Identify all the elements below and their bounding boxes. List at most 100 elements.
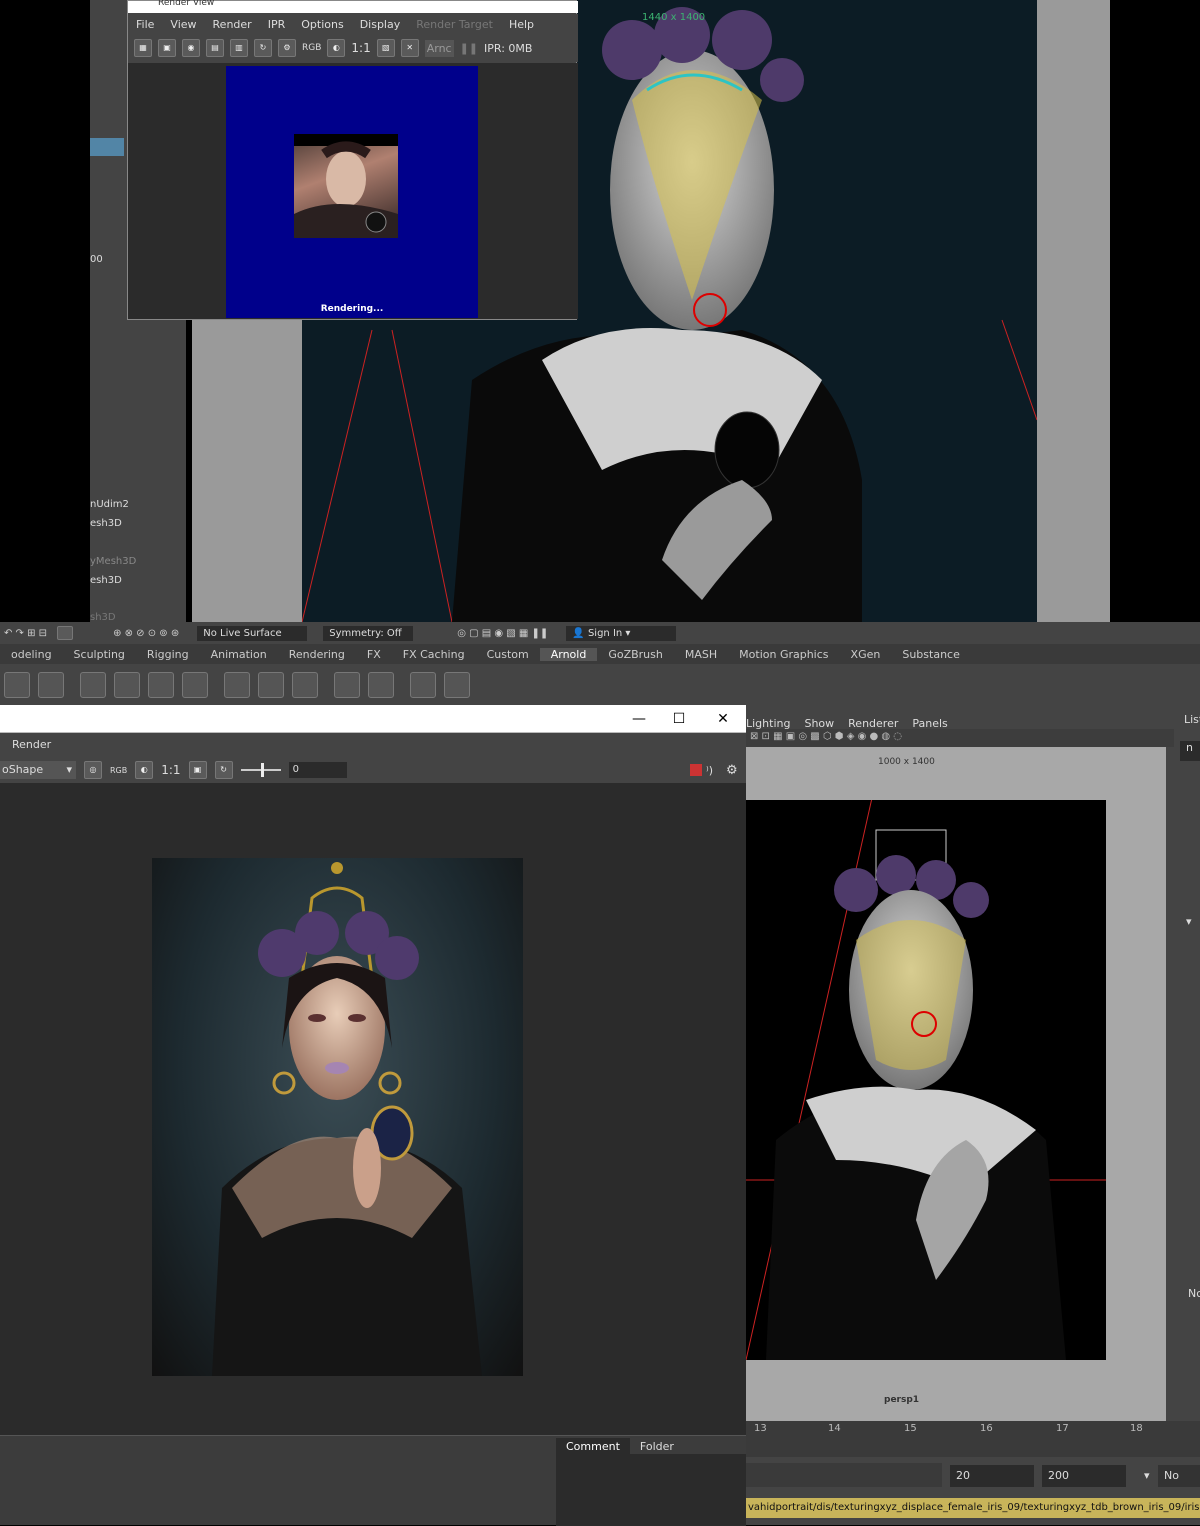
- window-titlebar[interactable]: — ☐ ✕: [0, 705, 746, 733]
- renderer-select[interactable]: Arnc: [424, 39, 454, 57]
- tab-custom[interactable]: Custom: [476, 648, 540, 661]
- outliner-selection[interactable]: [90, 138, 124, 156]
- select-icon[interactable]: [57, 626, 74, 640]
- minimize-icon[interactable]: —: [624, 709, 654, 729]
- pause-icon[interactable]: ❚❚: [460, 42, 478, 55]
- rgb-toggle[interactable]: RGB: [302, 43, 321, 53]
- flush-icon[interactable]: [334, 672, 360, 698]
- undo-icon[interactable]: ↶ ↷ ⊞ ⊟: [4, 628, 47, 639]
- outliner-item[interactable]: esh3D: [90, 518, 122, 529]
- render-icon[interactable]: ◎: [84, 761, 102, 779]
- alpha-icon[interactable]: ◐: [327, 39, 346, 57]
- tab-substance[interactable]: Substance: [891, 648, 971, 661]
- close-icon[interactable]: ✕: [708, 709, 738, 729]
- tab-sculpting[interactable]: Sculpting: [63, 648, 136, 661]
- outliner-item[interactable]: esh3D: [90, 575, 122, 586]
- tab-motion-graphics[interactable]: Motion Graphics: [728, 648, 839, 661]
- stop-icon[interactable]: [690, 764, 702, 776]
- menu-file[interactable]: File: [136, 18, 154, 31]
- checker-icon[interactable]: [258, 672, 284, 698]
- menu-render[interactable]: Render: [213, 18, 252, 31]
- menu-show[interactable]: Show: [804, 717, 834, 730]
- window-titlebar[interactable]: Render View: [128, 0, 578, 13]
- menu-renderer[interactable]: Renderer: [848, 717, 898, 730]
- settings-icon[interactable]: ⚙: [278, 39, 296, 57]
- render-icons[interactable]: ◎ ▢ ▤ ◉ ▧ ▦ ❚❚: [457, 628, 548, 639]
- camera-select[interactable]: oShape ▾: [0, 761, 76, 779]
- range-bar[interactable]: [746, 1463, 942, 1487]
- tab-modeling[interactable]: odeling: [0, 648, 63, 661]
- ratio-button[interactable]: 1:1: [351, 41, 370, 55]
- range-end-field[interactable]: 200: [1042, 1465, 1126, 1487]
- snapshot-icon[interactable]: ◉: [182, 39, 200, 57]
- refresh-icon[interactable]: ↻: [254, 39, 272, 57]
- ipr-render-icon[interactable]: ▤: [206, 39, 224, 57]
- outliner-item[interactable]: sh3D: [90, 612, 116, 622]
- eye-icon[interactable]: [410, 672, 436, 698]
- menu-panels[interactable]: Panels: [912, 717, 947, 730]
- tab-comment[interactable]: Comment: [556, 1438, 630, 1455]
- time-slider[interactable]: 13 14 15 16 17 18: [746, 1421, 1200, 1457]
- remove-image-icon[interactable]: ✕: [400, 39, 419, 57]
- viewport-icons[interactable]: ⊠ ⊡ ▦ ▣ ◎ ▩ ⬡ ⬢ ◈ ◉ ● ◍ ◌: [750, 731, 902, 742]
- menu-help[interactable]: Help: [509, 18, 534, 31]
- bottom-viewport[interactable]: Lighting Show Renderer Panels ⊠ ⊡ ▦ ▣ ◎ …: [745, 705, 1174, 1421]
- exposure-field[interactable]: 0: [288, 762, 347, 778]
- standin-icon[interactable]: [80, 672, 106, 698]
- sign-in-button[interactable]: 👤 Sign In ▾: [566, 625, 677, 641]
- refresh-icon[interactable]: ↻: [214, 761, 233, 779]
- outliner-item[interactable]: yMesh3D: [90, 556, 136, 567]
- tab-animation[interactable]: Animation: [200, 648, 278, 661]
- snap-icons[interactable]: ⊕ ⊗ ⊘ ⊙ ⊚ ⊛: [113, 628, 179, 639]
- tab-gozbrush[interactable]: GoZBrush: [597, 648, 674, 661]
- menu-lighting[interactable]: Lighting: [746, 717, 790, 730]
- menu-view[interactable]: View: [170, 18, 196, 31]
- tab-xgen[interactable]: XGen: [840, 648, 892, 661]
- flush-checker-icon[interactable]: [368, 672, 394, 698]
- outliner-item[interactable]: 00: [90, 254, 103, 265]
- symmetry-field[interactable]: Symmetry: Off: [323, 625, 414, 641]
- chevron-down-icon[interactable]: ▾: [1186, 915, 1192, 928]
- cube-icon[interactable]: [182, 672, 208, 698]
- exposure-slider[interactable]: [240, 763, 281, 777]
- viewport-toolbar[interactable]: ⊠ ⊡ ▦ ▣ ◎ ▩ ⬡ ⬢ ◈ ◉ ● ◍ ◌: [746, 729, 1174, 747]
- tab-rigging[interactable]: Rigging: [136, 648, 200, 661]
- outliner-item[interactable]: nUdim2: [90, 499, 129, 510]
- ratio-button[interactable]: 1:1: [161, 763, 180, 777]
- chevron-down-icon[interactable]: ▾: [1144, 1469, 1150, 1482]
- render-canvas[interactable]: Rendering...: [128, 63, 578, 319]
- signal-icon[interactable]: ⁾): [706, 764, 713, 777]
- clapper-icon[interactable]: ▦: [134, 39, 152, 57]
- range-start-field[interactable]: 20: [950, 1465, 1034, 1487]
- character-set-field[interactable]: No Cha: [1158, 1465, 1200, 1504]
- tab-arnold[interactable]: Arnold: [539, 647, 598, 661]
- arnold-render-view[interactable]: — ☐ ✕ Render oShape ▾ ◎ RGB ◐ 1:1 ▣ ↻ 0 ⁾…: [0, 705, 746, 1526]
- maximize-icon[interactable]: ☐: [664, 709, 694, 729]
- gear-icon[interactable]: ⚙: [726, 763, 738, 778]
- rgb-toggle[interactable]: RGB: [110, 766, 127, 775]
- tab-fx-caching[interactable]: FX Caching: [392, 648, 476, 661]
- menu-render[interactable]: Render: [12, 738, 51, 751]
- tx-icon[interactable]: [224, 672, 250, 698]
- viewport-view[interactable]: 1000 x 1400 persp1: [745, 747, 1166, 1421]
- tab-rendering[interactable]: Rendering: [278, 648, 356, 661]
- ipr-icon[interactable]: ▥: [230, 39, 248, 57]
- alpha-icon[interactable]: ◐: [135, 761, 154, 779]
- tab-fx[interactable]: FX: [356, 648, 392, 661]
- menu-display[interactable]: Display: [360, 18, 401, 31]
- render-canvas[interactable]: [0, 783, 746, 1435]
- render-view-window[interactable]: Render View File View Render IPR Options…: [127, 0, 578, 320]
- comment-field[interactable]: [556, 1454, 746, 1526]
- menu-options[interactable]: Options: [301, 18, 343, 31]
- tab-folder[interactable]: Folder: [630, 1438, 684, 1455]
- skydome-icon[interactable]: [38, 672, 64, 698]
- tab-mash[interactable]: MASH: [674, 648, 728, 661]
- keep-image-icon[interactable]: ▧: [376, 39, 395, 57]
- crop-icon[interactable]: ▣: [188, 761, 207, 779]
- volume-icon[interactable]: [114, 672, 140, 698]
- live-surface-field[interactable]: No Live Surface: [197, 625, 308, 641]
- curve-icon[interactable]: [148, 672, 174, 698]
- play-icon[interactable]: [444, 672, 470, 698]
- menu-ipr[interactable]: IPR: [268, 18, 286, 31]
- light-icon[interactable]: [4, 672, 30, 698]
